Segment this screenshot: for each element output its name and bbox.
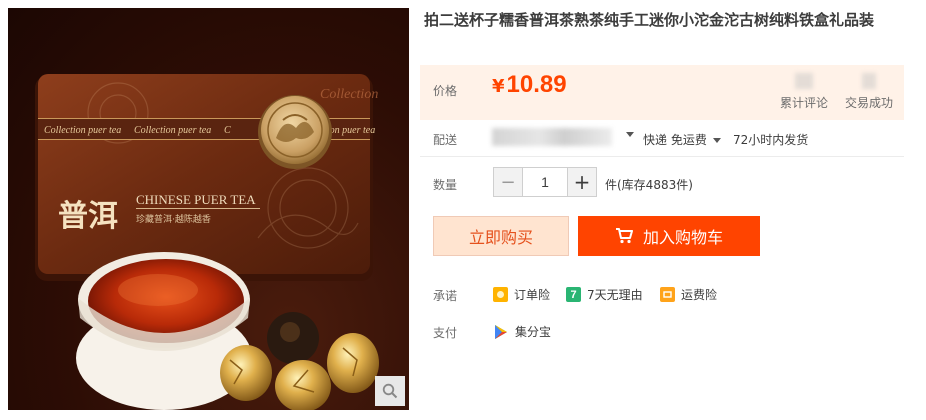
sales-count-label: 交易成功 — [844, 96, 893, 110]
shipping-origin-blurred[interactable] — [492, 128, 612, 146]
promise-freight-label: 运费险 — [681, 288, 718, 302]
shipping-eta: 72小时内发货 — [733, 133, 809, 147]
promise-seven-day-return[interactable]: 7 7天无理由 — [566, 286, 643, 303]
seven-day-return-icon: 7 — [566, 287, 581, 302]
quantity-stepper: − + — [493, 167, 597, 197]
product-photo: Collection puer tea Collection puer tea … — [35, 74, 379, 410]
quantity-decrease-button[interactable]: − — [494, 168, 522, 196]
svg-text:Collection: Collection — [320, 87, 378, 102]
product-image[interactable]: Collection puer tea Collection puer tea … — [8, 8, 409, 410]
currency-symbol: ¥ — [492, 76, 505, 97]
quantity-label: 数量 — [433, 178, 458, 192]
quantity-increase-button[interactable]: + — [568, 168, 596, 196]
sales-count-stat: 交易成功 — [840, 73, 898, 111]
shipping-label: 配送 — [433, 133, 458, 147]
price-value: ¥10.89 — [492, 71, 567, 99]
order-insurance-icon — [493, 287, 508, 302]
product-title: 拍二送杯子糯香普洱茶熟茶纯手工迷你小沱金沱古树纯料铁盒礼品装 — [424, 11, 875, 29]
price-panel: 价格 ¥10.89 累计评论 交易成功 — [420, 65, 904, 120]
svg-text:C: C — [224, 125, 231, 136]
quantity-input[interactable] — [522, 168, 568, 196]
svg-text:Collection puer tea: Collection puer tea — [44, 125, 121, 136]
review-count-stat[interactable]: 累计评论 — [774, 73, 834, 111]
magnifier-icon — [382, 383, 398, 399]
buy-now-label: 立即购买 — [468, 228, 533, 247]
svg-text:Collection puer tea: Collection puer tea — [134, 125, 211, 136]
promise-order-insurance[interactable]: 订单险 — [493, 286, 550, 303]
price-amount: 10.89 — [506, 71, 567, 98]
divider — [420, 156, 904, 157]
payment-label: 支付 — [433, 326, 458, 340]
shipping-method-label: 快递 免运费 — [643, 133, 707, 147]
promise-freight-insurance[interactable]: 运费险 — [660, 286, 717, 303]
svg-text:CHINESE PUER TEA: CHINESE PUER TEA — [136, 192, 256, 207]
add-to-cart-button[interactable]: 加入购物车 — [578, 216, 760, 256]
promise-seven-day-label: 7天无理由 — [587, 288, 643, 302]
promise-label: 承诺 — [433, 289, 458, 303]
zoom-button[interactable] — [375, 376, 405, 406]
jifenbao-icon — [495, 324, 507, 339]
shipping-method-select[interactable]: 快递 免运费 — [643, 131, 721, 148]
chevron-down-icon — [712, 138, 721, 143]
blurred-sales-count — [862, 73, 876, 89]
cart-icon — [615, 228, 633, 244]
payment-method[interactable]: 集分宝 — [493, 323, 551, 340]
svg-text:珍藏普洱·越陈越香: 珍藏普洱·越陈越香 — [136, 213, 211, 225]
payment-method-label: 集分宝 — [515, 325, 552, 339]
shipping-location-chevron-icon[interactable] — [626, 132, 634, 137]
svg-text:普洱: 普洱 — [58, 199, 118, 234]
add-to-cart-label: 加入购物车 — [642, 228, 723, 247]
stock-info: 件(库存4883件) — [605, 178, 693, 192]
promise-order-insurance-label: 订单险 — [514, 288, 551, 302]
review-count-label: 累计评论 — [779, 96, 828, 110]
buy-now-button[interactable]: 立即购买 — [433, 216, 569, 256]
blurred-review-count — [795, 73, 813, 89]
price-label: 价格 — [433, 84, 458, 98]
freight-insurance-icon — [660, 287, 675, 302]
